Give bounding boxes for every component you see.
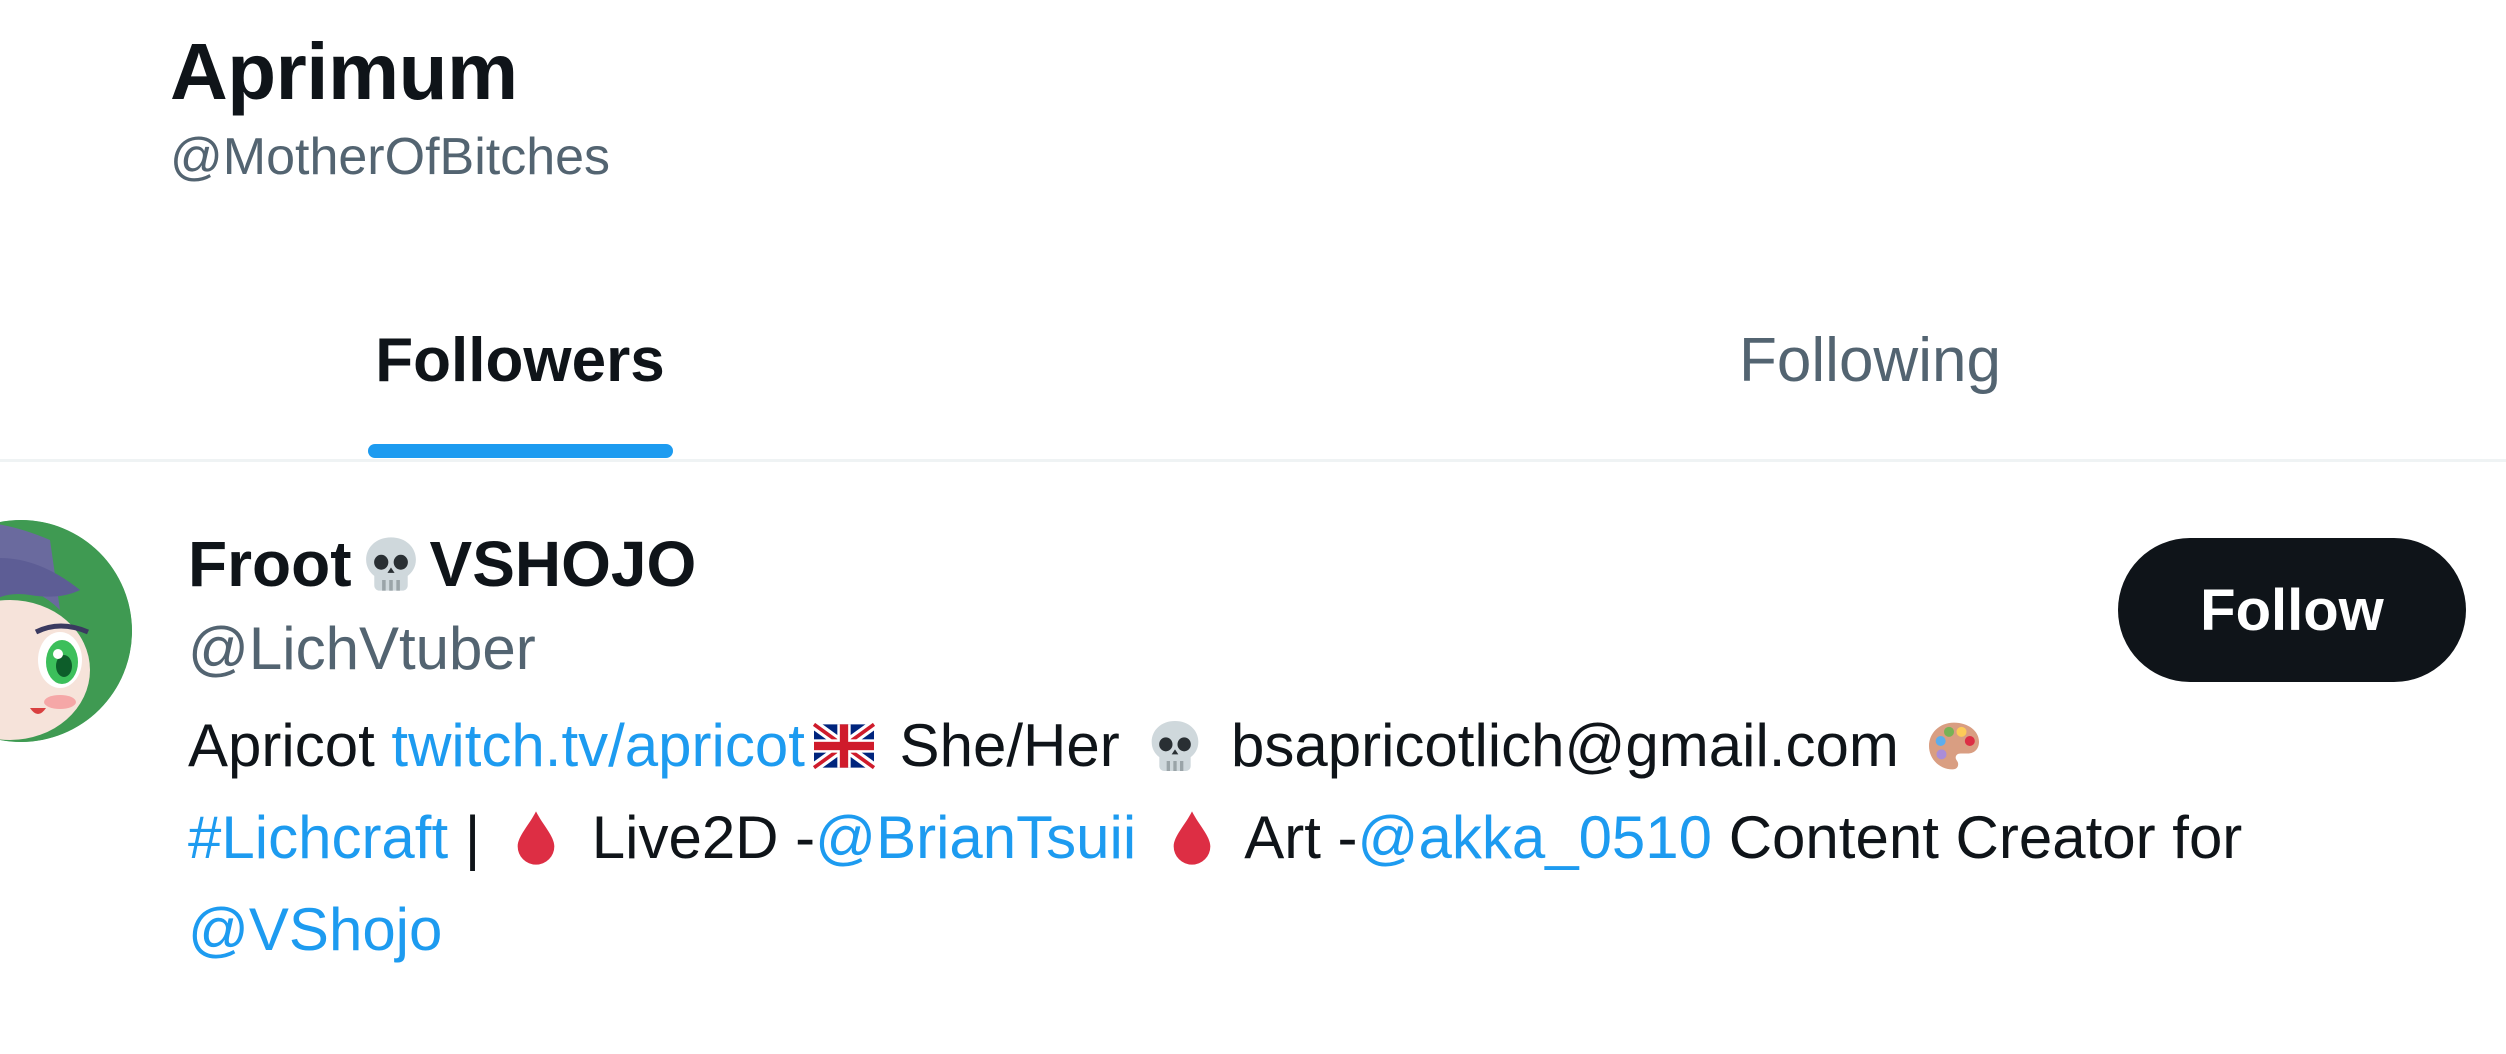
user-handle[interactable]: @LichVtuber (188, 604, 2388, 694)
tab-active-indicator (368, 444, 673, 458)
tab-following[interactable]: Following (1620, 262, 2120, 459)
user-cell[interactable]: Froot VSHOJO @LichVtuber Apricot twitch.… (0, 500, 2506, 1054)
avatar-image (0, 520, 132, 742)
bio-text: Content Creator for (1712, 804, 2243, 871)
bio-text: She/Her (882, 712, 1137, 779)
user-bio: Apricot twitch.tv/apricot She/Her bsapri… (188, 700, 2428, 976)
palette-icon (1929, 722, 1980, 770)
skull-icon (365, 537, 416, 591)
skull-icon (1152, 721, 1199, 772)
bio-link-twitch[interactable]: twitch.tv/apricot (391, 712, 804, 779)
bio-text: Art - (1230, 804, 1358, 871)
user-name-part1: Froot (188, 528, 352, 600)
user-name-part2: VSHOJO (429, 528, 697, 600)
tab-following-label: Following (1739, 325, 2001, 395)
blood-drop-icon (1173, 811, 1211, 865)
tab-followers-label: Followers (375, 325, 665, 395)
blood-drop-icon (517, 811, 555, 865)
user-display-name[interactable]: Froot VSHOJO (188, 524, 2388, 604)
profile-handle: @MotherOfBitches (170, 128, 611, 186)
bio-link-hashtag[interactable]: #Lichcraft (188, 804, 448, 871)
tab-followers[interactable]: Followers (250, 262, 790, 459)
follow-button[interactable]: Follow (2118, 538, 2466, 682)
bio-text: Live2D - (575, 804, 816, 871)
bio-text: | (448, 804, 498, 871)
bio-text: Apricot (188, 712, 392, 779)
user-info: Froot VSHOJO @LichVtuber Apricot twitch.… (188, 524, 2388, 976)
avatar[interactable] (0, 520, 132, 742)
bio-text: bsapricotlich@gmail.com (1214, 712, 1916, 779)
bio-link-akka[interactable]: @akka_0510 (1358, 804, 1713, 871)
profile-name: Aprimum (170, 27, 518, 116)
profile-header: Aprimum @MotherOfBitches (170, 22, 610, 192)
uk-flag-icon (810, 720, 877, 772)
bio-link-vshojo[interactable]: @VShojo (188, 896, 442, 963)
tab-bar: Followers Following (0, 262, 2506, 462)
bio-link-briantsuii[interactable]: @BrianTsuii (815, 804, 1136, 871)
